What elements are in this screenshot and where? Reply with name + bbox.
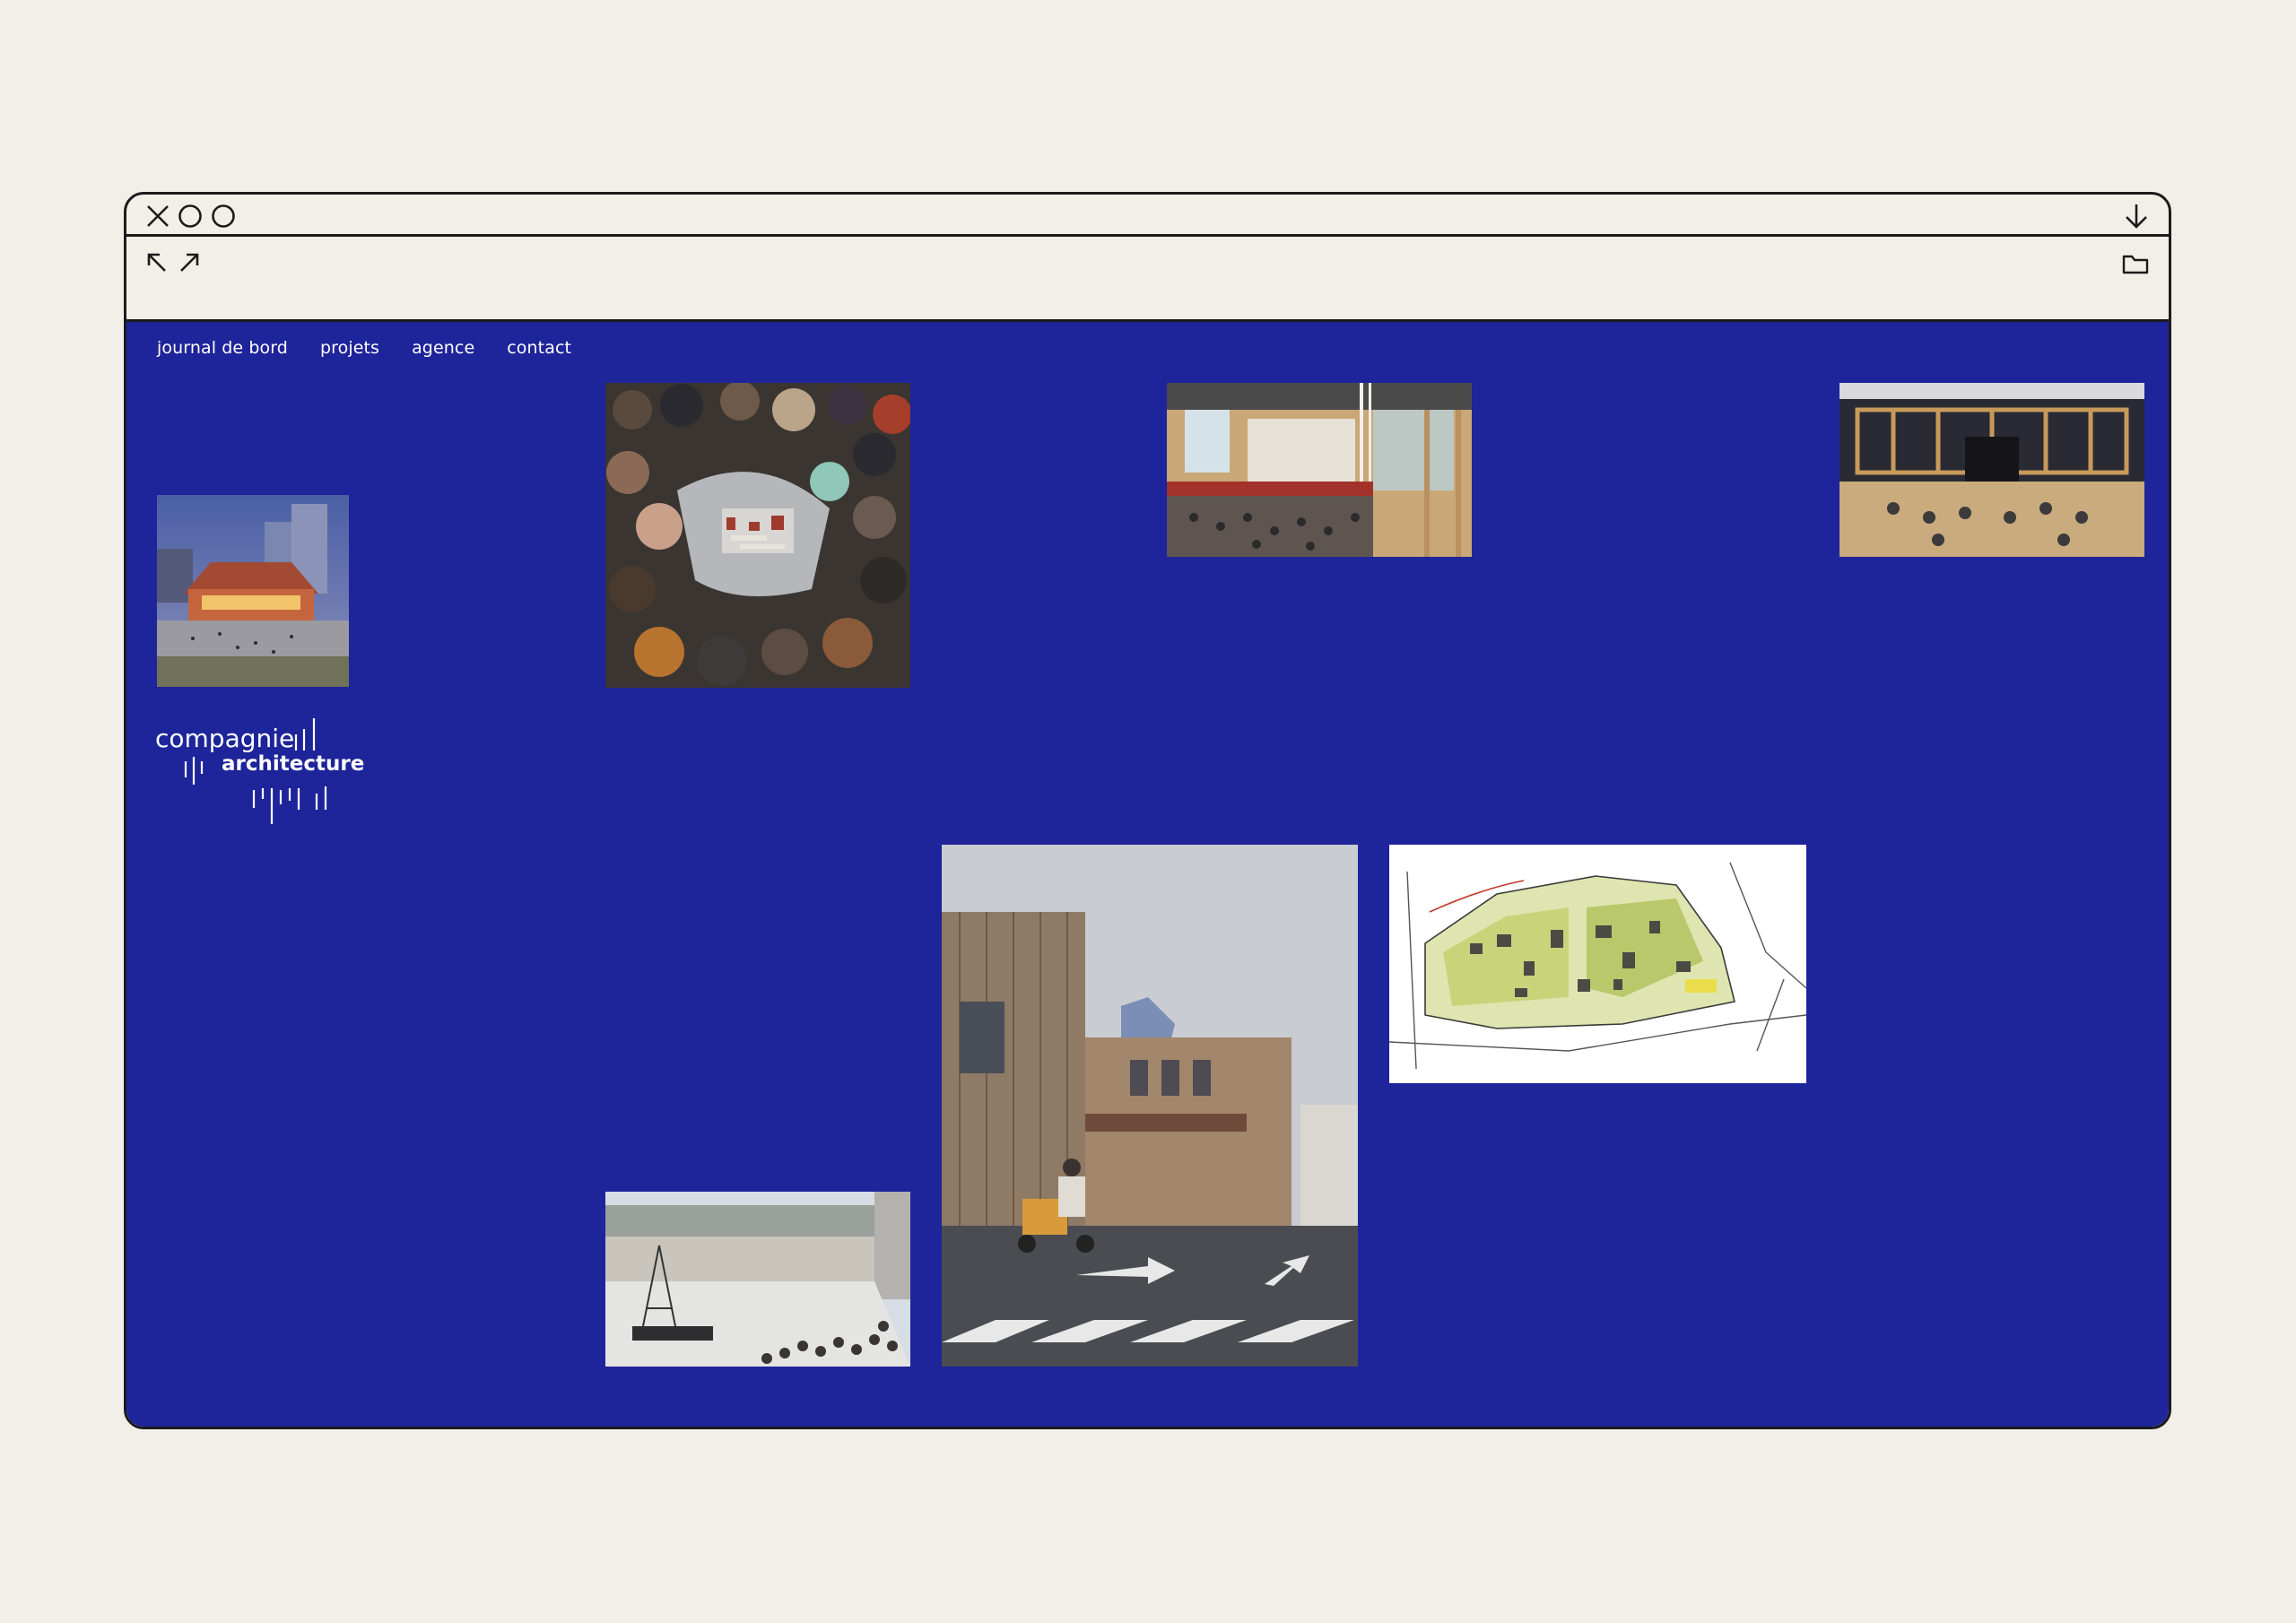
maximize-circle-icon[interactable] xyxy=(211,204,236,229)
arrow-up-left-icon[interactable] xyxy=(146,252,168,273)
nav-contact[interactable]: contact xyxy=(507,338,571,358)
close-icon[interactable] xyxy=(146,204,170,228)
browser-window: journal de bord projets agence contact c… xyxy=(124,192,2171,1429)
project-photo-crowd-model[interactable] xyxy=(605,383,910,688)
nav-projets[interactable]: projets xyxy=(320,338,379,358)
nav-journal-de-bord[interactable]: journal de bord xyxy=(157,338,288,358)
logo-word-compagnie: compagnie xyxy=(155,724,295,753)
project-photo-site-event[interactable] xyxy=(605,1192,910,1367)
project-photo-sketch-map[interactable] xyxy=(1389,845,1806,1083)
website-content: journal de bord projets agence contact c… xyxy=(126,322,2169,1427)
logo-word-architecture: architecture xyxy=(222,752,365,776)
project-photo-night-square[interactable] xyxy=(157,495,349,687)
arrow-down-icon[interactable] xyxy=(2124,203,2149,230)
site-logo[interactable]: compagnie architecture xyxy=(155,716,370,833)
main-nav: journal de bord projets agence contact xyxy=(157,338,571,358)
toolbar xyxy=(126,237,2169,322)
project-photo-building-street[interactable] xyxy=(942,845,1358,1367)
minimize-circle-icon[interactable] xyxy=(178,204,203,229)
project-photo-atrium[interactable] xyxy=(1167,383,1472,557)
arrow-up-right-icon[interactable] xyxy=(178,252,200,273)
nav-agence[interactable]: agence xyxy=(412,338,474,358)
project-photo-theatre[interactable] xyxy=(1839,383,2144,557)
folder-icon[interactable] xyxy=(2122,253,2149,274)
title-bar xyxy=(126,195,2169,237)
